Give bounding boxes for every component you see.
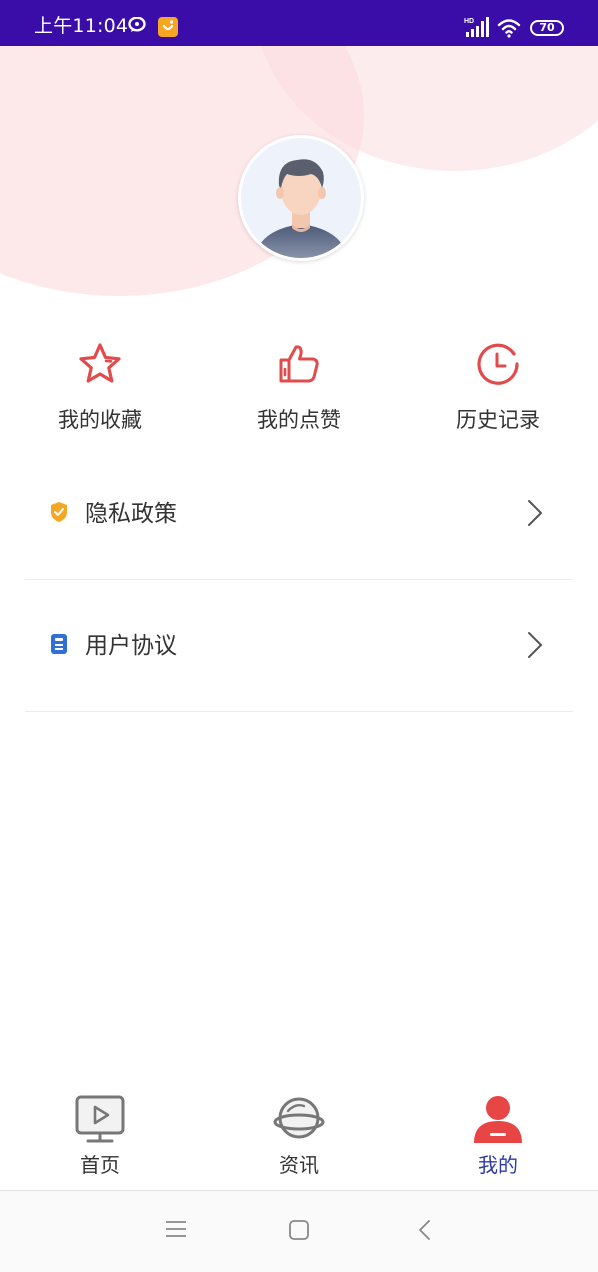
wifi-icon [497,18,521,42]
privacy-policy-label: 隐私政策 [85,501,177,527]
menu-icon[interactable] [165,1219,187,1243]
history-button[interactable]: 历史记录 [398,340,598,434]
star-icon [79,343,121,383]
back-icon[interactable] [417,1219,431,1245]
thumbs-up-icon [279,345,319,383]
planet-icon [273,1097,325,1139]
tab-news[interactable]: 资讯 [199,1093,399,1178]
app-notification-icon [158,17,178,37]
status-time: 上午11:04 [34,15,129,37]
user-agreement-row[interactable]: 用户协议 [25,579,573,712]
user-agreement-label: 用户协议 [85,633,177,659]
tab-mine[interactable]: 我的 [398,1093,598,1178]
tab-news-label: 资讯 [279,1153,319,1177]
document-icon [49,633,69,659]
svg-text:HD: HD [464,18,474,25]
clock-icon [477,343,519,385]
bottom-tab-bar: 首页 资讯 我的 [0,1085,598,1191]
home-square-icon[interactable] [288,1219,310,1245]
tab-home[interactable]: 首页 [0,1093,200,1178]
signal-icon: HD [464,16,490,42]
battery-indicator: 70 [530,20,564,36]
likes-button[interactable]: 我的点赞 [199,340,399,434]
history-label: 历史记录 [456,408,540,432]
user-icon [474,1096,522,1143]
tv-play-icon [75,1095,125,1143]
avatar[interactable] [238,135,364,261]
chevron-right-icon [527,499,543,531]
chevron-right-icon [527,631,543,663]
favorites-label: 我的收藏 [58,408,142,432]
avatar-illustration [255,159,347,258]
status-bar: 上午11:04 HD 70 [0,0,598,46]
likes-label: 我的点赞 [257,408,341,432]
system-nav-bar [0,1191,598,1272]
chat-icon [128,16,146,37]
tab-home-label: 首页 [80,1153,120,1177]
tab-mine-label: 我的 [478,1153,518,1177]
quick-actions: 我的收藏 我的点赞 历史记录 [0,340,598,440]
privacy-policy-row[interactable]: 隐私政策 [25,447,573,580]
shield-icon [49,501,69,527]
favorites-button[interactable]: 我的收藏 [0,340,200,434]
